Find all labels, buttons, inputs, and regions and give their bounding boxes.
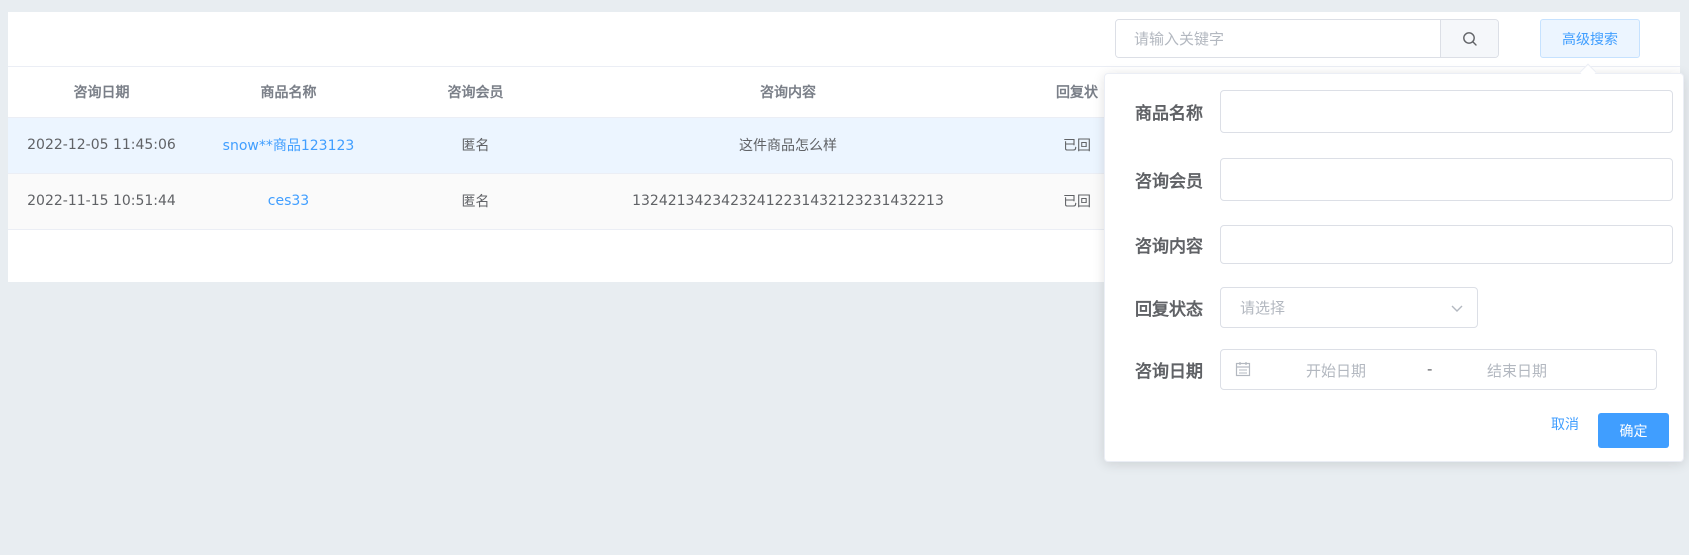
column-header-content[interactable]: 咨询内容	[569, 67, 1007, 118]
status-row: 回复状态 请选择	[1105, 287, 1478, 328]
member-row: 咨询会员	[1105, 158, 1673, 201]
search-icon	[1462, 31, 1477, 46]
confirm-button[interactable]: 确定	[1598, 413, 1669, 448]
chevron-down-icon	[1451, 305, 1463, 312]
toolbar: 高级搜索	[8, 12, 1680, 67]
product-name-input[interactable]	[1220, 90, 1673, 133]
product-name-row: 商品名称	[1105, 90, 1673, 133]
cancel-button[interactable]: 取消	[1551, 414, 1579, 434]
calendar-icon	[1235, 362, 1251, 377]
cell-date: 2022-12-05 11:45:06	[8, 117, 195, 174]
cell-product-link[interactable]: ces33	[195, 173, 382, 230]
date-end-input[interactable]: 结束日期	[1487, 360, 1547, 381]
cell-member: 匿名	[382, 173, 569, 230]
date-range-picker[interactable]: 开始日期 - 结束日期	[1220, 349, 1657, 390]
content-row: 咨询内容	[1105, 225, 1673, 264]
cell-date: 2022-11-15 10:51:44	[8, 173, 195, 230]
cell-content: 这件商品怎么样	[569, 117, 1007, 174]
search-button[interactable]	[1440, 20, 1498, 57]
column-header-date[interactable]: 咨询日期	[8, 67, 195, 118]
member-label: 咨询会员	[1135, 172, 1203, 192]
search-box	[1115, 19, 1499, 58]
status-select-placeholder: 请选择	[1240, 299, 1286, 317]
status-select[interactable]: 请选择	[1220, 287, 1478, 328]
product-name-label: 商品名称	[1135, 104, 1203, 124]
advanced-search-popover: 商品名称 咨询会员 咨询内容 回复状态 请选择 咨询日期 开始日期 - 结束日期…	[1104, 73, 1684, 462]
cell-content: 13242134234232412231432123231432213	[569, 173, 1007, 230]
content-label: 咨询内容	[1135, 237, 1203, 257]
date-start-input[interactable]: 开始日期	[1306, 360, 1366, 381]
cell-member: 匿名	[382, 117, 569, 174]
column-header-member[interactable]: 咨询会员	[382, 67, 569, 118]
advanced-search-button[interactable]: 高级搜索	[1540, 19, 1640, 58]
content-input[interactable]	[1220, 225, 1673, 264]
date-label: 咨询日期	[1135, 362, 1203, 382]
date-separator: -	[1427, 360, 1433, 378]
search-input[interactable]	[1116, 20, 1440, 57]
date-row: 咨询日期 开始日期 - 结束日期	[1105, 349, 1657, 390]
column-header-product[interactable]: 商品名称	[195, 67, 382, 118]
cell-product-link[interactable]: snow**商品123123	[195, 117, 382, 174]
member-input[interactable]	[1220, 158, 1673, 201]
status-label: 回复状态	[1135, 300, 1203, 320]
